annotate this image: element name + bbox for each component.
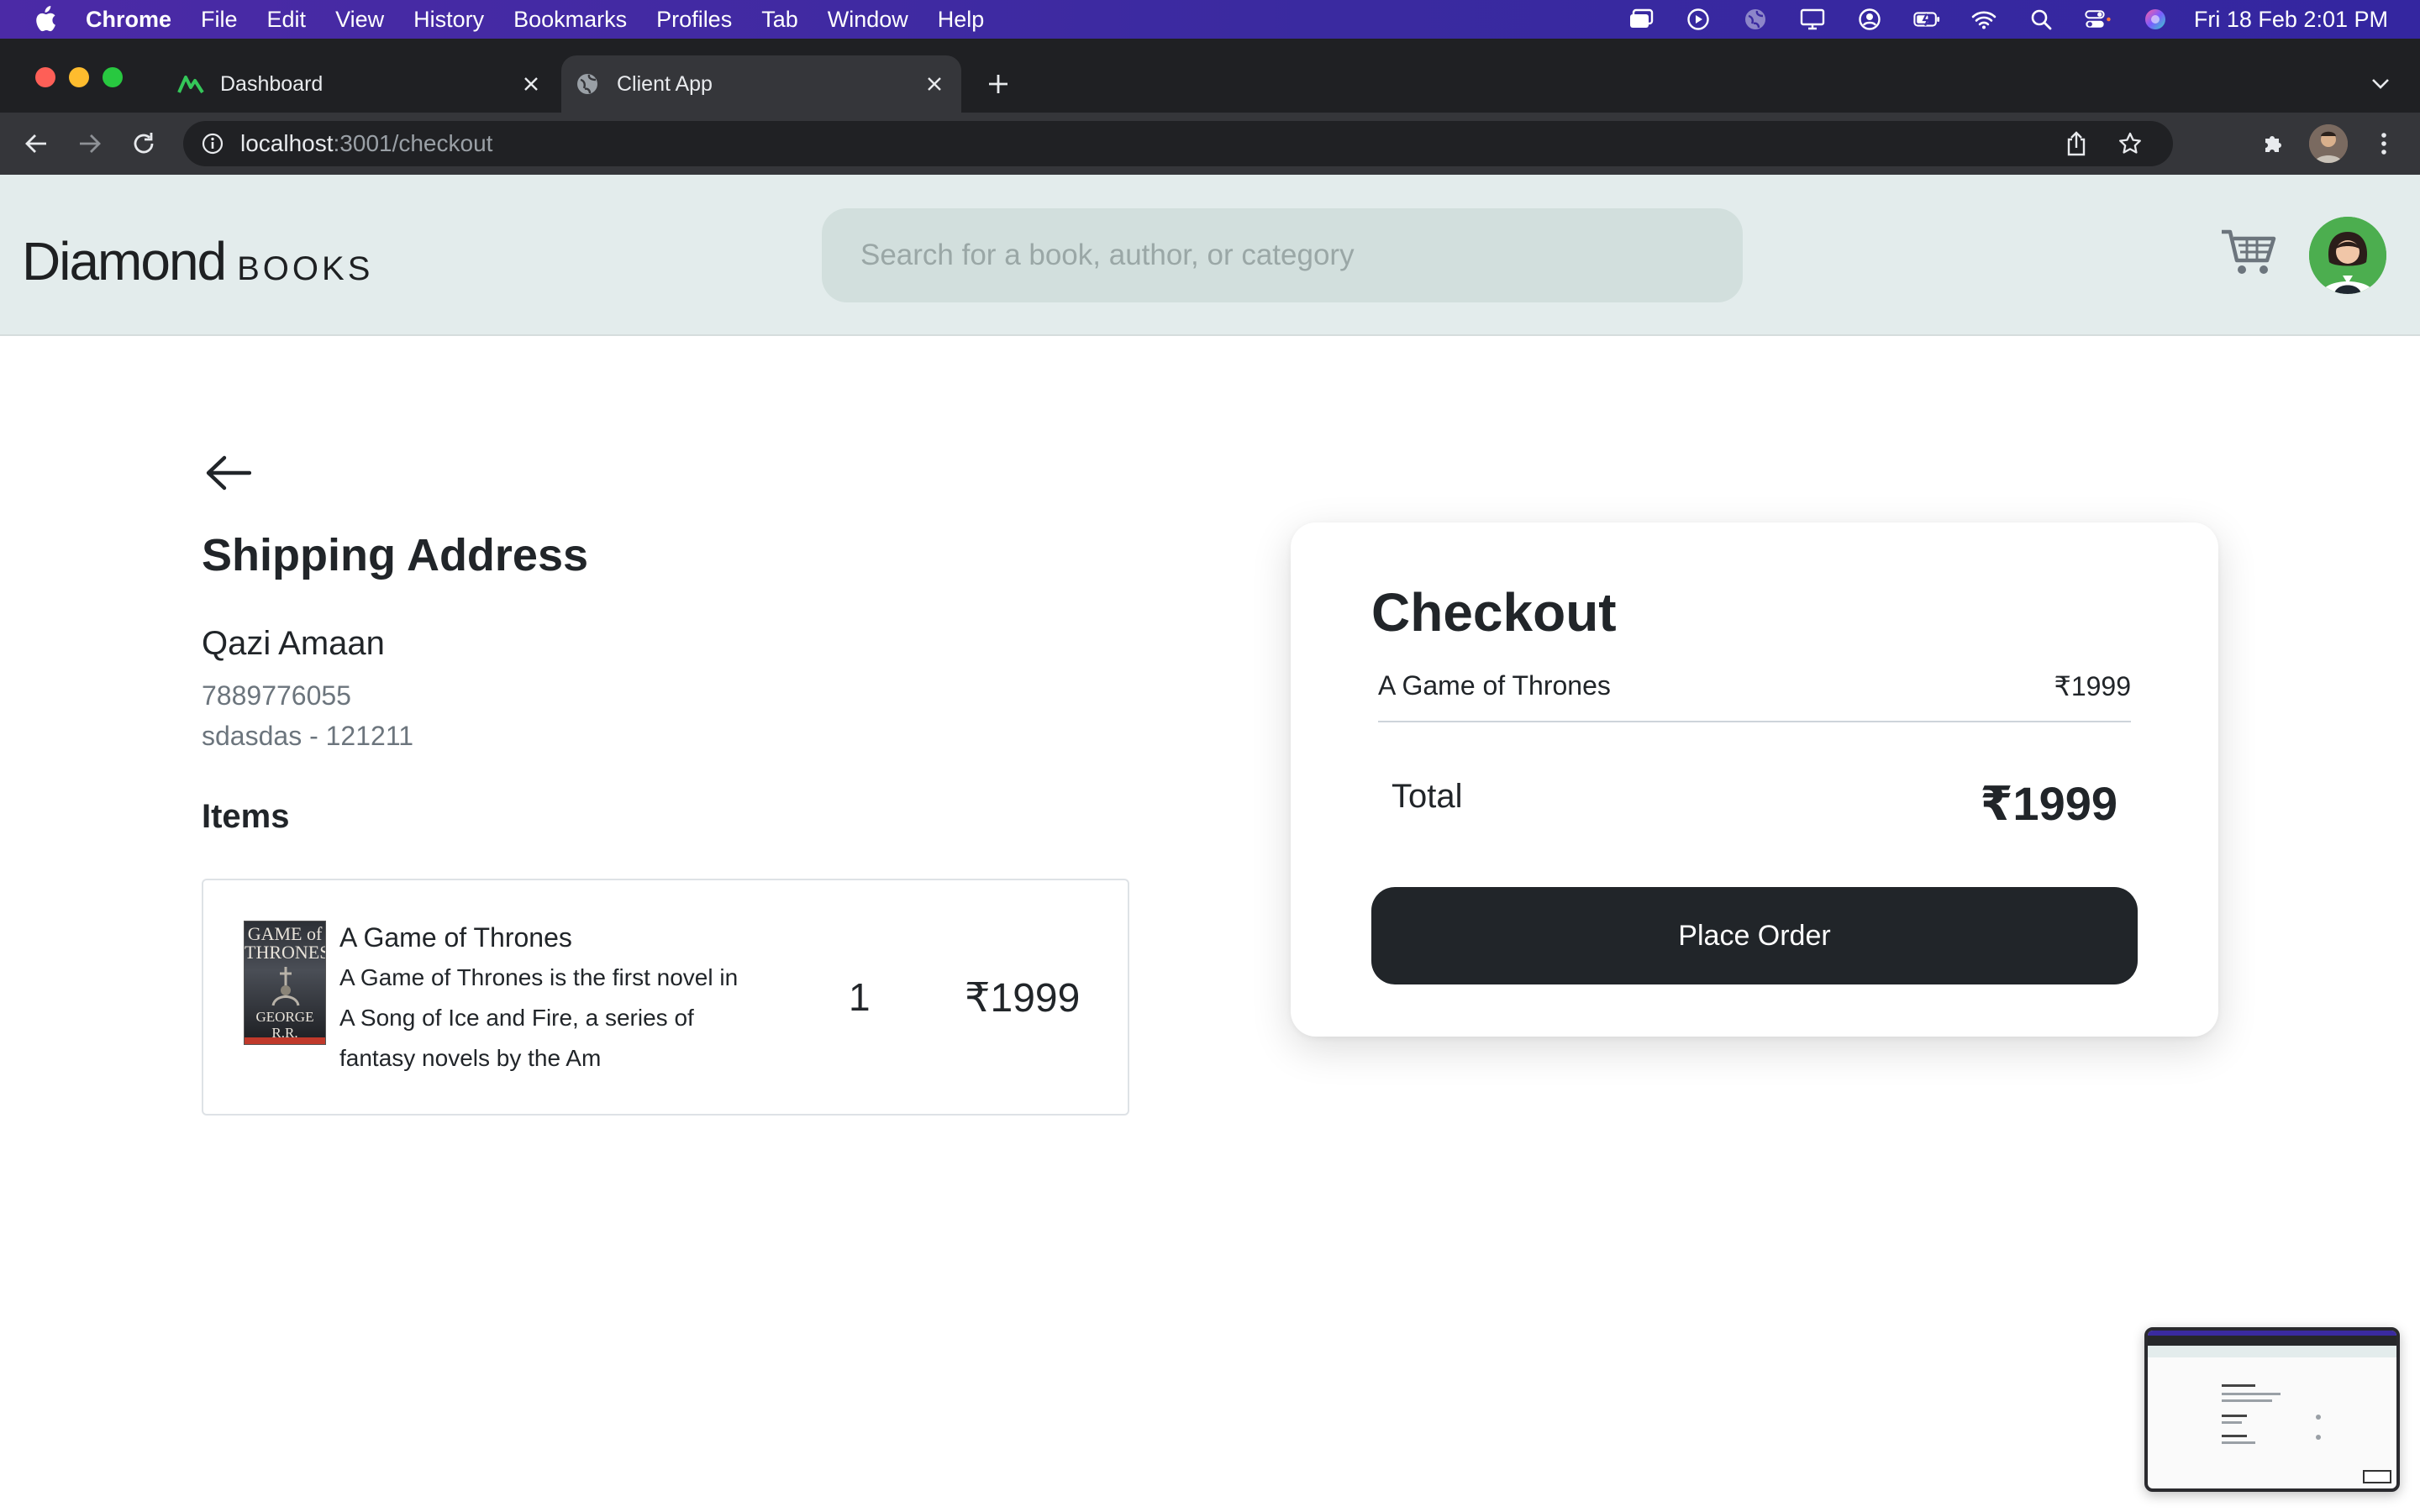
tab-title: Dashboard	[220, 71, 324, 96]
preview-line	[2222, 1393, 2281, 1395]
menu-help[interactable]: Help	[938, 7, 985, 33]
macos-menu-bar: Chrome File Edit View History Bookmarks …	[0, 0, 2420, 39]
checkout-card: Checkout A Game of Thrones ₹1999 Total ₹…	[1291, 522, 2218, 1037]
tab-client-app[interactable]: Client App	[561, 55, 961, 113]
extensions-puzzle-icon[interactable]	[2255, 126, 2291, 161]
checkout-title: Checkout	[1371, 582, 1617, 643]
shipping-address-line: sdasdas - 121211	[202, 721, 414, 751]
cart-item-card: GAME of THRONES GEORGE R.R. MARTIN A Gam…	[202, 879, 1129, 1116]
site-info-icon[interactable]	[200, 131, 225, 156]
url-host: localhost	[240, 130, 334, 156]
siri-icon[interactable]	[2142, 8, 2169, 31]
address-bar-url: localhost:3001/checkout	[240, 130, 492, 157]
shipping-phone: 7889776055	[202, 680, 351, 711]
dashboard-favicon-icon	[176, 70, 205, 98]
app-header: Diamond BOOKS	[0, 175, 2420, 336]
preview-header	[2148, 1346, 2396, 1357]
reload-icon[interactable]	[126, 126, 161, 161]
item-description: A Game of Thrones is the first novel in …	[339, 964, 739, 1071]
menu-bar-status-area: Fri 18 Feb 2:01 PM	[1597, 0, 2388, 39]
preview-line	[2222, 1415, 2247, 1417]
user-circle-icon[interactable]	[1856, 8, 1883, 31]
new-tab-plus-icon[interactable]	[981, 67, 1015, 101]
back-arrow-icon[interactable]	[18, 126, 54, 161]
play-circle-icon[interactable]	[1685, 8, 1712, 31]
tab-close-icon[interactable]	[516, 69, 546, 99]
preview-mini-window	[2363, 1470, 2391, 1483]
address-bar[interactable]: localhost:3001/checkout	[183, 121, 2173, 166]
logo-main-text: Diamond	[22, 231, 227, 291]
url-path: :3001/checkout	[333, 130, 493, 156]
window-close-button[interactable]	[35, 67, 55, 87]
stacked-windows-icon[interactable]	[1628, 8, 1655, 31]
window-minimize-button[interactable]	[69, 67, 89, 87]
item-price: ₹1999	[965, 976, 1081, 1021]
shipping-address-heading: Shipping Address	[202, 530, 589, 580]
preview-tab-strip	[2148, 1336, 2396, 1346]
logo-sub-text: BOOKS	[237, 250, 374, 287]
bookmark-star-icon[interactable]	[2114, 128, 2146, 160]
tab-close-icon[interactable]	[919, 69, 950, 99]
window-zoom-button[interactable]	[103, 67, 123, 87]
book-cover-image: GAME of THRONES GEORGE R.R. MARTIN	[244, 921, 326, 1045]
checkout-total-label: Total	[1392, 778, 1463, 815]
menu-view[interactable]: View	[335, 7, 384, 33]
share-icon[interactable]	[2060, 128, 2092, 160]
checkout-line-item-price: ₹1999	[2054, 671, 2131, 701]
battery-charging-icon[interactable]	[1913, 8, 1940, 31]
preview-line	[2222, 1399, 2272, 1402]
checkout-line-item: A Game of Thrones ₹1999	[1378, 670, 2131, 702]
globe-vpn-icon[interactable]	[1742, 8, 1769, 31]
tab-title: Client App	[617, 71, 713, 96]
wifi-icon[interactable]	[1970, 8, 1997, 31]
book-cover-title: GAME of THRONES	[245, 923, 326, 963]
items-heading: Items	[202, 798, 290, 835]
menu-bar-clock[interactable]: Fri 18 Feb 2:01 PM	[2194, 7, 2388, 33]
preview-line	[2222, 1384, 2255, 1387]
place-order-button[interactable]: Place Order	[1371, 887, 2138, 984]
user-avatar[interactable]	[2309, 217, 2386, 294]
preview-line	[2222, 1435, 2247, 1437]
browser-profile-avatar[interactable]	[2309, 124, 2348, 163]
preview-radio	[2316, 1415, 2321, 1420]
chrome-menu-kebab-icon[interactable]	[2366, 126, 2402, 161]
spotlight-search-icon[interactable]	[2028, 8, 2054, 31]
search-input[interactable]	[822, 208, 1743, 302]
display-icon[interactable]	[1799, 8, 1826, 31]
checkout-divider	[1378, 721, 2131, 722]
menu-edit[interactable]: Edit	[267, 7, 307, 33]
item-title: A Game of Thrones	[339, 922, 572, 953]
preview-line	[2222, 1441, 2255, 1444]
back-arrow-button[interactable]	[200, 450, 255, 496]
menu-tab[interactable]: Tab	[761, 7, 798, 33]
menu-bookmarks[interactable]: Bookmarks	[513, 7, 627, 33]
menu-profiles[interactable]: Profiles	[656, 7, 732, 33]
globe-favicon-icon	[573, 70, 602, 98]
checkout-line-item-name: A Game of Thrones	[1378, 670, 1611, 701]
apple-icon[interactable]	[32, 5, 57, 34]
preview-radio	[2316, 1435, 2321, 1440]
browser-toolbar: localhost:3001/checkout	[0, 113, 2420, 175]
shopping-cart-icon[interactable]	[2218, 222, 2279, 282]
shipping-recipient-name: Qazi Amaan	[202, 625, 385, 662]
forward-arrow-icon[interactable]	[72, 126, 108, 161]
book-cover-band	[245, 1037, 325, 1044]
tab-dashboard[interactable]: Dashboard	[165, 55, 558, 113]
menu-window[interactable]: Window	[828, 7, 908, 33]
control-center-icon[interactable]	[2085, 8, 2112, 31]
menu-app-name[interactable]: Chrome	[86, 7, 171, 33]
screenshot-preview-thumbnail[interactable]	[2144, 1327, 2400, 1492]
checkout-total-value: ₹1999	[1980, 777, 2118, 830]
menu-file[interactable]: File	[201, 7, 238, 33]
browser-tab-strip: Dashboard Client App	[0, 39, 2420, 113]
item-quantity: 1	[849, 975, 871, 1019]
menu-history[interactable]: History	[413, 7, 484, 33]
tab-search-chevron-down-icon[interactable]	[2366, 69, 2395, 97]
diamond-books-logo[interactable]: Diamond BOOKS	[22, 230, 373, 292]
preview-line	[2222, 1421, 2242, 1424]
